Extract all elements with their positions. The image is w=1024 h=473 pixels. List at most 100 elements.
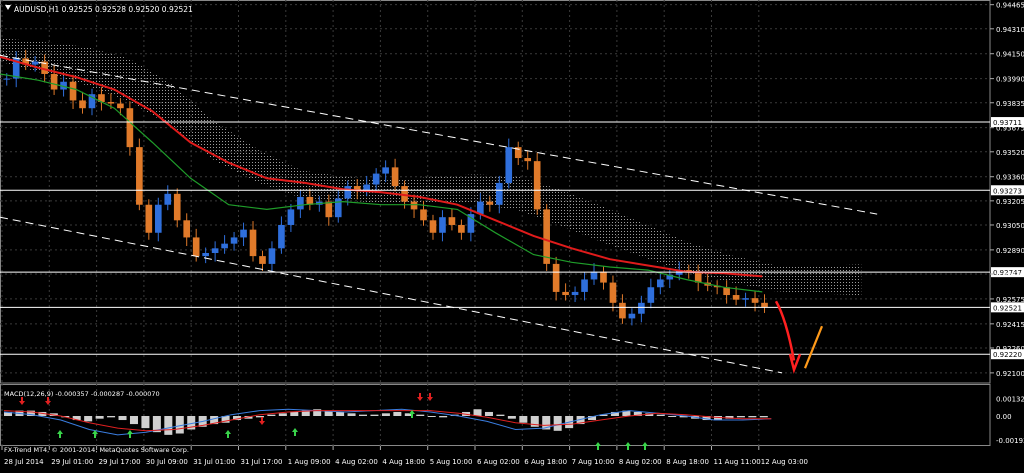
- candle-body: [230, 237, 238, 244]
- candle-body: [647, 287, 655, 303]
- macd-hist-bar: [141, 416, 150, 429]
- candle-body: [344, 186, 352, 199]
- candle-body: [136, 147, 143, 205]
- candle-body: [183, 220, 191, 238]
- copyright-label: FX-Trend MT4, © 2001-2014, MetaQuotes So…: [4, 446, 189, 454]
- y-tick-label: 0.93205: [996, 198, 1024, 206]
- candle-body: [107, 101, 115, 104]
- macd-hist-bar: [129, 416, 138, 425]
- y-tick-label: 0.93520: [996, 149, 1024, 157]
- candle-body: [732, 295, 740, 300]
- candle-body: [50, 73, 58, 90]
- candle-body: [410, 201, 418, 210]
- macd-hist-bar: [267, 414, 276, 416]
- x-tick-label: 28 Jul 2014: [4, 458, 44, 466]
- x-tick-label: 12 Aug 03:00: [761, 458, 808, 466]
- y-tick-label: 0.93050: [996, 222, 1024, 230]
- macd-label: MACD(12,26,9) -0.000357 -0.000287 -0.000…: [4, 390, 160, 398]
- macd-hist-bar: [473, 409, 482, 416]
- x-tick-label: 4 Aug 02:00: [335, 458, 378, 466]
- price-chart[interactable]: 0.937110.932730.927470.925210.92220 0.94…: [0, 0, 1024, 469]
- macd-y-label: -0.001938: [996, 437, 1024, 445]
- candle-body: [145, 204, 153, 233]
- y-tick-label: 0.93675: [996, 125, 1024, 133]
- candle-body: [202, 252, 209, 257]
- candle-body: [742, 298, 749, 300]
- candle-body: [268, 248, 276, 264]
- macd-hist-bar: [381, 413, 390, 416]
- level-tag-label: 0.93273: [993, 187, 1022, 195]
- candle-body: [3, 78, 11, 80]
- candle-body: [581, 279, 588, 292]
- macd-hist-bar: [84, 416, 93, 422]
- x-tick-label: 7 Aug 10:00: [572, 458, 615, 466]
- y-tick-label: 0.93835: [996, 100, 1024, 108]
- x-tick-label: 11 Aug 11:00: [714, 458, 761, 466]
- candle-body: [240, 229, 247, 238]
- candle-body: [126, 108, 134, 148]
- candle-body: [173, 193, 181, 221]
- x-tick-label: 4 Aug 18:00: [382, 458, 425, 466]
- candle-body: [69, 81, 77, 101]
- x-tick-label: 6 Aug 02:00: [477, 458, 520, 466]
- candle-body: [562, 291, 569, 296]
- macd-hist-bar: [656, 414, 665, 416]
- macd-hist-bar: [519, 416, 528, 423]
- macd-hist-bar: [736, 416, 745, 418]
- y-tick-label: 0.92415: [996, 321, 1024, 329]
- macd-hist-bar: [370, 414, 379, 416]
- macd-hist-bar: [748, 416, 757, 418]
- x-tick-label: 31 Jul 17:00: [241, 458, 283, 466]
- macd-hist-bar: [484, 411, 493, 416]
- y-tick-label: 0.94465: [996, 2, 1024, 10]
- macd-y-label: 0.00: [996, 413, 1012, 421]
- candle-body: [619, 302, 626, 319]
- candle-body: [571, 291, 579, 296]
- symbol-label: AUDUSD,H1 0.92525 0.92528 0.92520 0.9252…: [14, 5, 193, 14]
- x-tick-label: 8 Aug 02:00: [619, 458, 662, 466]
- candle-body: [458, 224, 465, 233]
- y-tick-label: 0.92100: [996, 370, 1024, 378]
- macd-y-label: 0.00132: [996, 395, 1024, 403]
- macd-hist-bar: [416, 414, 425, 416]
- candle-body: [628, 313, 636, 319]
- candle-body: [448, 217, 456, 225]
- candle-body: [543, 209, 550, 264]
- candle-body: [600, 271, 607, 283]
- chart-background: [0, 0, 1024, 469]
- macd-hist-bar: [164, 416, 173, 435]
- candle-body: [638, 302, 645, 314]
- candle-body: [495, 182, 503, 205]
- macd-hist-bar: [393, 411, 402, 416]
- candle-body: [609, 282, 617, 303]
- x-tick-label: 29 Jul 01:00: [51, 458, 93, 466]
- candle-body: [533, 161, 541, 210]
- macd-hist-bar: [759, 416, 768, 418]
- candle-body: [590, 271, 598, 280]
- candle-body: [117, 103, 124, 109]
- candle-body: [259, 256, 266, 264]
- macd-hist-bar: [278, 413, 287, 416]
- x-tick-label: 5 Aug 10:00: [430, 458, 473, 466]
- x-tick-label: 31 Jul 01:00: [193, 458, 235, 466]
- candle-body: [31, 61, 39, 65]
- y-tick-label: 0.94310: [996, 26, 1024, 34]
- x-tick-label: 30 Jul 09:00: [146, 458, 188, 466]
- candle-body: [287, 209, 295, 225]
- candle-body: [391, 167, 399, 187]
- candle-body: [221, 243, 228, 249]
- macd-hist-bar: [358, 414, 368, 416]
- candle-body: [657, 279, 664, 288]
- x-tick-label: 8 Aug 18:00: [666, 458, 709, 466]
- candle-body: [192, 237, 200, 257]
- y-tick-label: 0.94150: [996, 51, 1024, 59]
- level-tag-label: 0.92521: [993, 304, 1022, 312]
- macd-hist-bar: [668, 416, 677, 417]
- candle-body: [505, 147, 513, 183]
- candle-body: [429, 220, 437, 233]
- candle-body: [278, 224, 285, 249]
- chart-window: 0.93711 0.93273 0.92747 0.92521 0.92220 0.94…: [0, 0, 1024, 469]
- candle-body: [552, 263, 560, 292]
- candle-body: [79, 100, 86, 109]
- candle-body: [297, 196, 304, 210]
